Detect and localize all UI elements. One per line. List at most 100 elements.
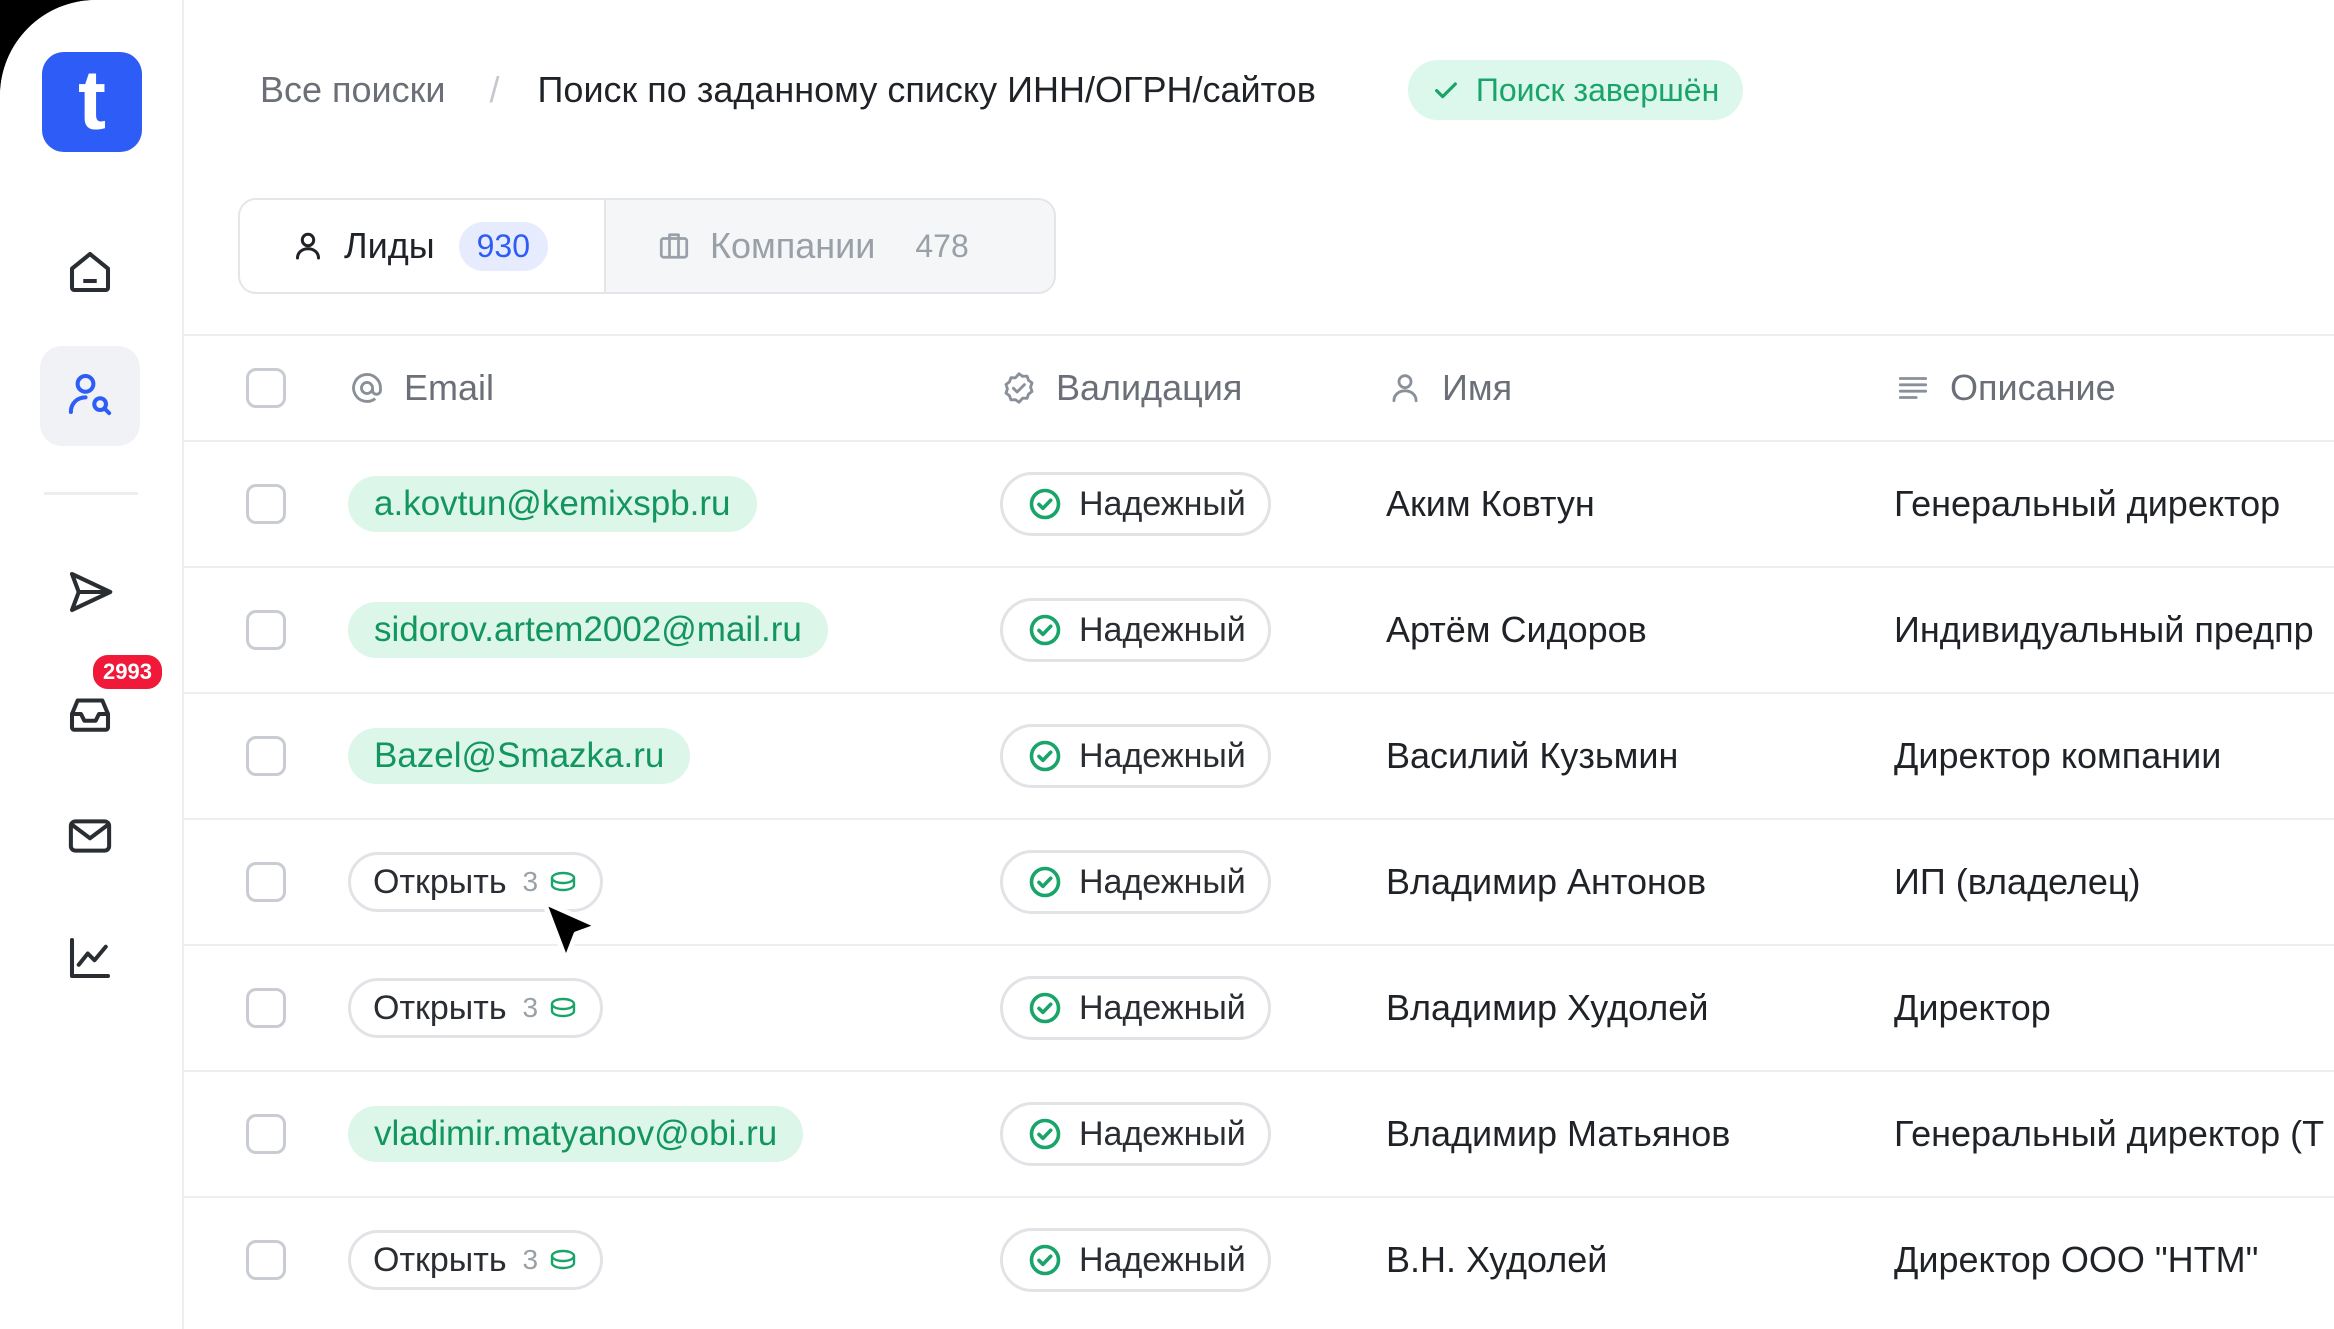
email-pill[interactable]: sidorov.artem2002@mail.ru — [348, 602, 828, 658]
validation-badge: Надежный — [1000, 1102, 1271, 1166]
row-checkbox[interactable] — [246, 610, 286, 650]
tab-leads[interactable]: Лиды 930 — [240, 200, 606, 292]
mouse-cursor-icon — [541, 899, 601, 963]
app-window: t 2993 Все поиски / Поиск по заданному с… — [0, 0, 2334, 1329]
table-row[interactable]: a.kovtun@kemixspb.ru Надежный Аким Ковтун Г… — [184, 440, 2334, 566]
check-circle-icon — [1029, 1118, 1061, 1150]
table-row[interactable]: Bazel@Smazka.ru Надежный Василий Кузьмин Ди… — [184, 692, 2334, 818]
row-checkbox[interactable] — [246, 862, 286, 902]
row-checkbox[interactable] — [246, 1240, 286, 1280]
row-checkbox[interactable] — [246, 736, 286, 776]
check-circle-icon — [1029, 866, 1061, 898]
check-circle-icon — [1029, 740, 1061, 772]
campaigns-nav-button[interactable] — [40, 544, 140, 644]
lead-description: ИП (владелец) — [1894, 861, 2141, 902]
home-nav-button[interactable] — [40, 224, 140, 324]
send-icon — [63, 565, 117, 624]
tab-companies[interactable]: Компании 478 — [606, 200, 969, 292]
row-checkbox[interactable] — [246, 988, 286, 1028]
briefcase-icon — [659, 233, 689, 259]
validation-badge: Надежный — [1000, 598, 1271, 662]
tab-companies-label: Компании — [710, 225, 876, 266]
lead-search-nav-button[interactable] — [40, 346, 140, 446]
column-header-validation[interactable]: Валидация — [1000, 367, 1242, 409]
user-icon — [296, 232, 320, 260]
open-email-button[interactable]: Открыть 3 — [348, 1230, 604, 1290]
search-status-badge: Поиск завершён — [1407, 60, 1744, 120]
inbox-icon — [63, 687, 117, 746]
coins-icon — [550, 997, 576, 1018]
validation-label: Надежный — [1079, 736, 1246, 775]
column-header-name[interactable]: Имя — [1386, 367, 1512, 409]
lead-description: Генеральный директор — [1894, 483, 2281, 524]
check-circle-icon — [1029, 614, 1061, 646]
open-email-button[interactable]: Открыть 3 — [348, 978, 604, 1038]
validation-label: Надежный — [1079, 988, 1246, 1027]
inbox-nav-button[interactable]: 2993 — [40, 652, 165, 766]
table-row[interactable]: Открыть 3 Надежный Владимир Худолей Директор — [184, 944, 2334, 1070]
lead-name: Аким Ковтун — [1386, 483, 1595, 524]
app-logo[interactable]: t — [42, 52, 142, 152]
validation-badge: Надежный — [1000, 472, 1271, 536]
coins-icon — [550, 871, 576, 892]
validation-label: Надежный — [1079, 484, 1246, 523]
row-checkbox[interactable] — [246, 1114, 286, 1154]
lead-name: Владимир Антонов — [1386, 861, 1707, 902]
lead-name: Владимир Матьянов — [1386, 1113, 1731, 1154]
column-header-email[interactable]: Email — [348, 367, 494, 409]
leads-table: Email Валидация Имя Описание a.kovtun@ke… — [184, 334, 2334, 1322]
user-icon — [1392, 374, 1418, 403]
validation-badge: Надежный — [1000, 724, 1271, 788]
check-icon — [1434, 82, 1457, 99]
sidebar: t 2993 — [0, 0, 184, 1329]
open-cost: 3 — [522, 866, 539, 897]
breadcrumb-all-searches[interactable]: Все поиски — [260, 69, 446, 111]
email-pill[interactable]: Bazel@Smazka.ru — [348, 728, 691, 784]
lead-name: Артём Сидоров — [1386, 609, 1647, 650]
check-circle-icon — [1029, 1244, 1061, 1276]
tab-leads-count: 930 — [458, 221, 549, 271]
result-tabs: Лиды 930 Компании 478 — [238, 198, 1056, 294]
table-header-row: Email Валидация Имя Описание — [184, 334, 2334, 440]
column-header-email-label: Email — [404, 367, 495, 408]
column-header-description[interactable]: Описание — [1894, 367, 2116, 409]
table-row[interactable]: Открыть 3 Надежный В.Н. Худолей Директор ООО… — [184, 1196, 2334, 1322]
select-all-checkbox[interactable] — [246, 368, 286, 408]
lead-description: Индивидуальный предпр — [1894, 609, 2314, 650]
tab-companies-count: 478 — [915, 227, 969, 264]
validation-label: Надежный — [1079, 1240, 1246, 1279]
table-row[interactable]: vladimir.matyanov@obi.ru Надежный Владимир… — [184, 1070, 2334, 1196]
column-header-validation-label: Валидация — [1056, 367, 1243, 408]
open-cost: 3 — [522, 992, 539, 1023]
email-pill[interactable]: vladimir.matyanov@obi.ru — [348, 1106, 804, 1162]
page-header: Все поиски / Поиск по заданному списку И… — [260, 60, 1744, 120]
check-circle-icon — [1029, 488, 1061, 520]
breadcrumb-separator: / — [489, 69, 500, 110]
sidebar-divider — [44, 492, 138, 495]
column-header-description-label: Описание — [1950, 367, 2116, 408]
at-sign-icon — [352, 373, 382, 403]
validation-label: Надежный — [1079, 862, 1246, 901]
column-header-name-label: Имя — [1442, 367, 1513, 408]
lead-name: Владимир Худолей — [1386, 987, 1709, 1028]
email-pill[interactable]: a.kovtun@kemixspb.ru — [348, 476, 757, 532]
open-email-label: Открыть — [373, 1240, 507, 1279]
row-checkbox[interactable] — [246, 484, 286, 524]
table-row[interactable]: sidorov.artem2002@mail.ru Надежный Артём С… — [184, 566, 2334, 692]
mail-nav-button[interactable] — [40, 788, 140, 888]
page-title: Поиск по заданному списку ИНН/ОГРН/сайто… — [537, 69, 1316, 110]
validation-badge: Надежный — [1000, 850, 1271, 914]
home-icon — [63, 245, 117, 304]
inbox-unread-badge: 2993 — [90, 652, 165, 692]
search-status-label: Поиск завершён — [1475, 71, 1720, 108]
table-row[interactable]: Открыть 3 Надежный Владимир Антонов ИП (влад… — [184, 818, 2334, 944]
user-search-icon — [63, 367, 117, 426]
lead-description: Генеральный директор (Т — [1894, 1113, 2325, 1154]
mail-icon — [63, 809, 117, 868]
text-align-icon — [1898, 377, 1928, 399]
tab-leads-label: Лиды — [344, 225, 435, 266]
chart-line-icon — [63, 931, 117, 990]
open-email-label: Открыть — [373, 988, 507, 1027]
check-circle-icon — [1029, 992, 1061, 1024]
analytics-nav-button[interactable] — [40, 910, 140, 1010]
